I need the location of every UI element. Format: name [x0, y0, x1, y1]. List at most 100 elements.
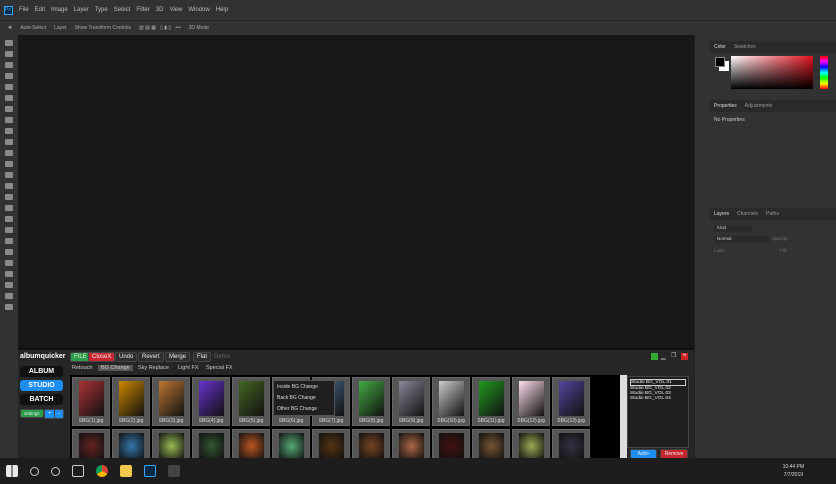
clock[interactable]: 10:44 PM 7/7/2019: [783, 463, 804, 479]
thumbnail[interactable]: SBG(3).jpg: [152, 377, 190, 426]
thumbnail[interactable]: SBG(13).jpg: [552, 377, 590, 426]
thumbnail[interactable]: [192, 429, 230, 459]
minus-button[interactable]: -: [54, 409, 64, 419]
thumbnail[interactable]: SBG(4).jpg: [192, 377, 230, 426]
subtab-special-fx[interactable]: Special FX: [206, 365, 233, 371]
time: 10:44 PM: [782, 464, 804, 470]
menu-file[interactable]: File: [19, 7, 29, 13]
thumbnail-image: [159, 433, 184, 459]
thumbnail[interactable]: [552, 429, 590, 459]
layer-dropdown[interactable]: Layer: [54, 25, 67, 31]
revert-button[interactable]: Revert: [138, 352, 164, 362]
menu-filter[interactable]: Filter: [136, 7, 149, 13]
thumbnail[interactable]: [312, 429, 350, 459]
thumbnail-image: [479, 381, 504, 416]
thumbnail[interactable]: SBG(9).jpg: [392, 377, 430, 426]
thumbnail[interactable]: [232, 429, 270, 459]
tab-paths[interactable]: Paths: [766, 211, 779, 217]
albumquicker-taskbar-icon[interactable]: [168, 465, 180, 477]
file-explorer-icon[interactable]: [120, 465, 132, 477]
menu-help[interactable]: Help: [216, 7, 228, 13]
thumbnail[interactable]: SBG(10).jpg: [432, 377, 470, 426]
subtab-bg-change[interactable]: BG Change: [98, 365, 133, 371]
albumquicker-panel: albumquicker FILE CloseX Undo Revert Mer…: [18, 348, 694, 459]
album-button[interactable]: ALBUM: [20, 366, 63, 377]
scrollbar[interactable]: [620, 375, 627, 459]
thumbnail[interactable]: [152, 429, 190, 459]
undo-button[interactable]: Undo: [115, 352, 138, 362]
thumbnail[interactable]: [272, 429, 310, 459]
thumbnail[interactable]: SBG(12).jpg: [512, 377, 550, 426]
menu-bar: Ps File Edit Image Layer Type Select Fil…: [0, 0, 836, 20]
thumbnail-image: [119, 381, 144, 416]
chrome-icon[interactable]: [96, 465, 108, 477]
menu-other-bg-change[interactable]: Other BG Change: [277, 406, 331, 412]
thumbnail-label: SBG(13).jpg: [557, 418, 585, 424]
transform-checkbox[interactable]: Show Transform Controls: [75, 25, 131, 31]
tab-properties[interactable]: Properties: [714, 103, 737, 109]
plugin-icon[interactable]: [651, 353, 658, 360]
list-item[interactable]: Studio BG_VOL.04: [630, 396, 686, 401]
color-picker-field[interactable]: [731, 56, 813, 89]
windows-start-icon[interactable]: [6, 465, 18, 477]
align-icons[interactable]: ▥ ▤ ▦ ▯ ▮ ▯ •••: [139, 25, 181, 31]
thumbnail[interactable]: SBG(8).jpg: [352, 377, 390, 426]
thumbnail[interactable]: SBG(1).jpg: [72, 377, 110, 426]
task-view-icon[interactable]: [72, 465, 84, 477]
thumbnail[interactable]: [392, 429, 430, 459]
thumbnail[interactable]: [432, 429, 470, 459]
menu-edit[interactable]: Edit: [35, 7, 45, 13]
auto-select-checkbox[interactable]: Auto-Select: [20, 25, 46, 31]
thumbnail[interactable]: SBG(5).jpg: [232, 377, 270, 426]
no-properties-text: No Properties: [714, 117, 745, 123]
hue-slider[interactable]: [820, 56, 828, 89]
document-canvas[interactable]: [18, 35, 694, 348]
menu-image[interactable]: Image: [51, 7, 68, 13]
thumbnail[interactable]: [352, 429, 390, 459]
thumbnail-label: SBG(8).jpg: [358, 418, 384, 424]
tab-swatches[interactable]: Swatches: [734, 44, 756, 50]
tab-channels[interactable]: Channels: [737, 211, 758, 217]
menu-type[interactable]: Type: [95, 7, 108, 13]
tab-color[interactable]: Color: [714, 44, 726, 50]
menu-view[interactable]: View: [169, 7, 182, 13]
blend-mode-select[interactable]: Normal: [714, 236, 769, 243]
studio-button[interactable]: STUDIO: [20, 380, 63, 391]
thumbnail[interactable]: [112, 429, 150, 459]
menu-3d[interactable]: 3D: [156, 7, 164, 13]
closex-button[interactable]: CloseX: [88, 352, 116, 362]
menu-select[interactable]: Select: [114, 7, 131, 13]
subtab-light-fx[interactable]: Light FX: [178, 365, 198, 371]
thumbnail-image: [199, 381, 224, 416]
thumbnail[interactable]: [72, 429, 110, 459]
settings-button[interactable]: settings: [20, 409, 44, 418]
merge-button[interactable]: Merge: [165, 352, 191, 362]
thumbnail[interactable]: [472, 429, 510, 459]
tab-layers[interactable]: Layers: [714, 211, 729, 217]
photoshop-taskbar-icon[interactable]: [144, 465, 156, 477]
lock-label: Lock:: [714, 248, 725, 253]
list-item[interactable]: Studio BG_VOL.01: [630, 379, 686, 386]
move-icon[interactable]: ✥: [8, 25, 12, 31]
bg-volume-list: Studio BG_VOL.01 Studio BG_VOL.02 Studio…: [627, 376, 689, 448]
search-icon[interactable]: [30, 466, 39, 476]
fg-bg-swatch[interactable]: [715, 57, 725, 67]
thumbnail[interactable]: [512, 429, 550, 459]
menu-layer[interactable]: Layer: [74, 7, 89, 13]
thumbnail[interactable]: SBG(11).jpg: [472, 377, 510, 426]
close-icon[interactable]: ×: [681, 353, 688, 360]
restore-icon[interactable]: ❐: [671, 352, 676, 359]
subtab-sky-replace[interactable]: Sky Replace: [138, 365, 169, 371]
flat-button[interactable]: Flat: [193, 352, 212, 362]
batch-button[interactable]: BATCH: [20, 394, 63, 405]
menu-inside-bg-change[interactable]: Inside BG Change: [277, 384, 331, 390]
cortana-icon[interactable]: [51, 466, 60, 476]
minimize-icon[interactable]: ▁: [661, 353, 666, 360]
layer-kind-filter[interactable]: Kind: [714, 225, 752, 232]
tab-adjustments[interactable]: Adjustments: [745, 103, 773, 109]
menu-back-bg-change[interactable]: Back BG Change: [277, 395, 331, 401]
thumbnail-label: SBG(9).jpg: [398, 418, 424, 424]
menu-window[interactable]: Window: [188, 7, 209, 13]
subtab-retouch[interactable]: Retouch: [72, 365, 93, 371]
thumbnail[interactable]: SBG(2).jpg: [112, 377, 150, 426]
